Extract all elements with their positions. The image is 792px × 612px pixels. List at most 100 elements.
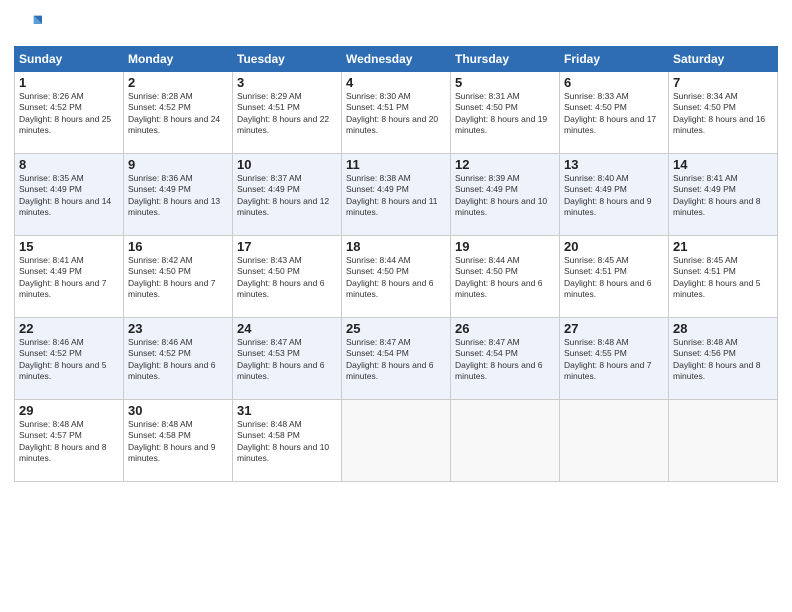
calendar-cell: 31Sunrise: 8:48 AM Sunset: 4:58 PM Dayli… — [233, 400, 342, 482]
cell-info: Sunrise: 8:39 AM Sunset: 4:49 PM Dayligh… — [455, 173, 555, 219]
weekday-header-tuesday: Tuesday — [233, 47, 342, 72]
cell-info: Sunrise: 8:34 AM Sunset: 4:50 PM Dayligh… — [673, 91, 773, 137]
logo-icon — [14, 10, 42, 38]
day-number: 23 — [128, 321, 228, 336]
cell-info: Sunrise: 8:45 AM Sunset: 4:51 PM Dayligh… — [673, 255, 773, 301]
cell-info: Sunrise: 8:45 AM Sunset: 4:51 PM Dayligh… — [564, 255, 664, 301]
day-number: 18 — [346, 239, 446, 254]
cell-info: Sunrise: 8:48 AM Sunset: 4:58 PM Dayligh… — [128, 419, 228, 465]
day-number: 4 — [346, 75, 446, 90]
day-number: 1 — [19, 75, 119, 90]
weekday-header-monday: Monday — [124, 47, 233, 72]
logo — [14, 10, 46, 38]
calendar-week-2: 8Sunrise: 8:35 AM Sunset: 4:49 PM Daylig… — [15, 154, 778, 236]
calendar-cell: 2Sunrise: 8:28 AM Sunset: 4:52 PM Daylig… — [124, 72, 233, 154]
day-number: 22 — [19, 321, 119, 336]
day-number: 6 — [564, 75, 664, 90]
weekday-header-thursday: Thursday — [451, 47, 560, 72]
weekday-header-saturday: Saturday — [669, 47, 778, 72]
cell-info: Sunrise: 8:31 AM Sunset: 4:50 PM Dayligh… — [455, 91, 555, 137]
calendar-cell: 18Sunrise: 8:44 AM Sunset: 4:50 PM Dayli… — [342, 236, 451, 318]
calendar-header-row: SundayMondayTuesdayWednesdayThursdayFrid… — [15, 47, 778, 72]
day-number: 14 — [673, 157, 773, 172]
calendar-cell: 22Sunrise: 8:46 AM Sunset: 4:52 PM Dayli… — [15, 318, 124, 400]
calendar-cell: 7Sunrise: 8:34 AM Sunset: 4:50 PM Daylig… — [669, 72, 778, 154]
weekday-header-sunday: Sunday — [15, 47, 124, 72]
day-number: 21 — [673, 239, 773, 254]
calendar-week-1: 1Sunrise: 8:26 AM Sunset: 4:52 PM Daylig… — [15, 72, 778, 154]
day-number: 10 — [237, 157, 337, 172]
cell-info: Sunrise: 8:36 AM Sunset: 4:49 PM Dayligh… — [128, 173, 228, 219]
calendar-cell: 24Sunrise: 8:47 AM Sunset: 4:53 PM Dayli… — [233, 318, 342, 400]
cell-info: Sunrise: 8:41 AM Sunset: 4:49 PM Dayligh… — [673, 173, 773, 219]
cell-info: Sunrise: 8:35 AM Sunset: 4:49 PM Dayligh… — [19, 173, 119, 219]
calendar-cell: 16Sunrise: 8:42 AM Sunset: 4:50 PM Dayli… — [124, 236, 233, 318]
day-number: 12 — [455, 157, 555, 172]
cell-info: Sunrise: 8:28 AM Sunset: 4:52 PM Dayligh… — [128, 91, 228, 137]
calendar-cell: 26Sunrise: 8:47 AM Sunset: 4:54 PM Dayli… — [451, 318, 560, 400]
calendar-cell: 30Sunrise: 8:48 AM Sunset: 4:58 PM Dayli… — [124, 400, 233, 482]
calendar-cell: 6Sunrise: 8:33 AM Sunset: 4:50 PM Daylig… — [560, 72, 669, 154]
day-number: 11 — [346, 157, 446, 172]
day-number: 15 — [19, 239, 119, 254]
day-number: 24 — [237, 321, 337, 336]
calendar-cell: 9Sunrise: 8:36 AM Sunset: 4:49 PM Daylig… — [124, 154, 233, 236]
cell-info: Sunrise: 8:44 AM Sunset: 4:50 PM Dayligh… — [346, 255, 446, 301]
calendar-cell: 29Sunrise: 8:48 AM Sunset: 4:57 PM Dayli… — [15, 400, 124, 482]
calendar-cell: 11Sunrise: 8:38 AM Sunset: 4:49 PM Dayli… — [342, 154, 451, 236]
weekday-header-wednesday: Wednesday — [342, 47, 451, 72]
day-number: 26 — [455, 321, 555, 336]
cell-info: Sunrise: 8:46 AM Sunset: 4:52 PM Dayligh… — [128, 337, 228, 383]
calendar-cell: 25Sunrise: 8:47 AM Sunset: 4:54 PM Dayli… — [342, 318, 451, 400]
calendar-cell: 15Sunrise: 8:41 AM Sunset: 4:49 PM Dayli… — [15, 236, 124, 318]
calendar-week-4: 22Sunrise: 8:46 AM Sunset: 4:52 PM Dayli… — [15, 318, 778, 400]
cell-info: Sunrise: 8:40 AM Sunset: 4:49 PM Dayligh… — [564, 173, 664, 219]
day-number: 16 — [128, 239, 228, 254]
calendar-cell: 21Sunrise: 8:45 AM Sunset: 4:51 PM Dayli… — [669, 236, 778, 318]
day-number: 27 — [564, 321, 664, 336]
calendar-cell: 13Sunrise: 8:40 AM Sunset: 4:49 PM Dayli… — [560, 154, 669, 236]
calendar-cell: 14Sunrise: 8:41 AM Sunset: 4:49 PM Dayli… — [669, 154, 778, 236]
day-number: 2 — [128, 75, 228, 90]
calendar-table: SundayMondayTuesdayWednesdayThursdayFrid… — [14, 46, 778, 482]
cell-info: Sunrise: 8:41 AM Sunset: 4:49 PM Dayligh… — [19, 255, 119, 301]
cell-info: Sunrise: 8:26 AM Sunset: 4:52 PM Dayligh… — [19, 91, 119, 137]
day-number: 7 — [673, 75, 773, 90]
cell-info: Sunrise: 8:38 AM Sunset: 4:49 PM Dayligh… — [346, 173, 446, 219]
cell-info: Sunrise: 8:44 AM Sunset: 4:50 PM Dayligh… — [455, 255, 555, 301]
calendar-cell — [560, 400, 669, 482]
cell-info: Sunrise: 8:37 AM Sunset: 4:49 PM Dayligh… — [237, 173, 337, 219]
day-number: 31 — [237, 403, 337, 418]
calendar-cell: 20Sunrise: 8:45 AM Sunset: 4:51 PM Dayli… — [560, 236, 669, 318]
page-header — [14, 10, 778, 38]
calendar-cell — [451, 400, 560, 482]
day-number: 13 — [564, 157, 664, 172]
calendar-cell: 3Sunrise: 8:29 AM Sunset: 4:51 PM Daylig… — [233, 72, 342, 154]
day-number: 19 — [455, 239, 555, 254]
calendar-cell: 8Sunrise: 8:35 AM Sunset: 4:49 PM Daylig… — [15, 154, 124, 236]
calendar-cell: 1Sunrise: 8:26 AM Sunset: 4:52 PM Daylig… — [15, 72, 124, 154]
calendar-cell: 23Sunrise: 8:46 AM Sunset: 4:52 PM Dayli… — [124, 318, 233, 400]
calendar-cell — [669, 400, 778, 482]
cell-info: Sunrise: 8:42 AM Sunset: 4:50 PM Dayligh… — [128, 255, 228, 301]
day-number: 28 — [673, 321, 773, 336]
cell-info: Sunrise: 8:29 AM Sunset: 4:51 PM Dayligh… — [237, 91, 337, 137]
day-number: 30 — [128, 403, 228, 418]
calendar-cell: 12Sunrise: 8:39 AM Sunset: 4:49 PM Dayli… — [451, 154, 560, 236]
calendar-cell: 28Sunrise: 8:48 AM Sunset: 4:56 PM Dayli… — [669, 318, 778, 400]
calendar-week-3: 15Sunrise: 8:41 AM Sunset: 4:49 PM Dayli… — [15, 236, 778, 318]
cell-info: Sunrise: 8:43 AM Sunset: 4:50 PM Dayligh… — [237, 255, 337, 301]
cell-info: Sunrise: 8:30 AM Sunset: 4:51 PM Dayligh… — [346, 91, 446, 137]
day-number: 8 — [19, 157, 119, 172]
cell-info: Sunrise: 8:48 AM Sunset: 4:56 PM Dayligh… — [673, 337, 773, 383]
cell-info: Sunrise: 8:48 AM Sunset: 4:57 PM Dayligh… — [19, 419, 119, 465]
calendar-cell: 5Sunrise: 8:31 AM Sunset: 4:50 PM Daylig… — [451, 72, 560, 154]
day-number: 3 — [237, 75, 337, 90]
day-number: 9 — [128, 157, 228, 172]
calendar-cell: 27Sunrise: 8:48 AM Sunset: 4:55 PM Dayli… — [560, 318, 669, 400]
calendar-cell — [342, 400, 451, 482]
day-number: 29 — [19, 403, 119, 418]
cell-info: Sunrise: 8:48 AM Sunset: 4:58 PM Dayligh… — [237, 419, 337, 465]
cell-info: Sunrise: 8:46 AM Sunset: 4:52 PM Dayligh… — [19, 337, 119, 383]
weekday-header-friday: Friday — [560, 47, 669, 72]
